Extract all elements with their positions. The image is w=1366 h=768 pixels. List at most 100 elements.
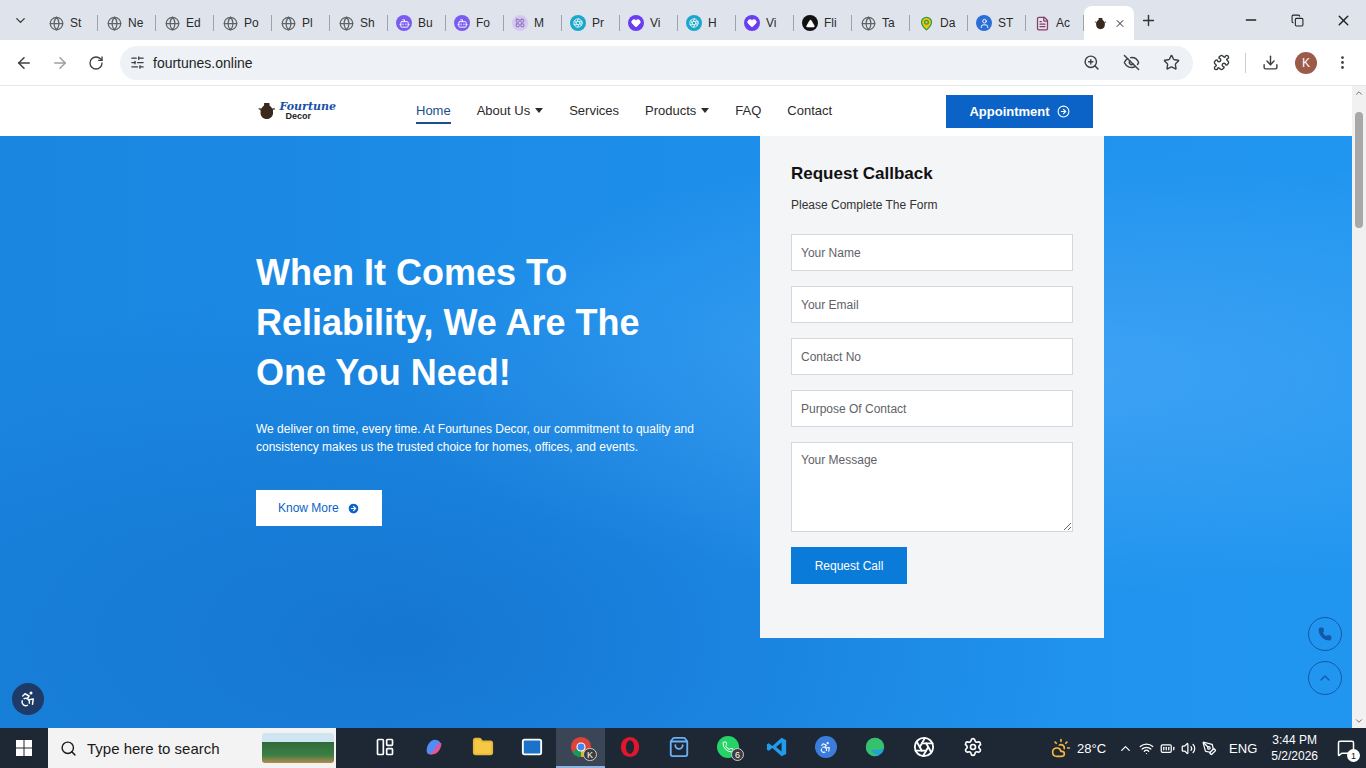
address-bar[interactable]: fourtunes.online	[120, 46, 1193, 80]
caret-icon	[535, 108, 543, 113]
message-field[interactable]	[791, 442, 1073, 532]
back-button[interactable]	[8, 47, 40, 79]
profile-avatar[interactable]: K	[1295, 52, 1317, 74]
language[interactable]: ENG	[1223, 728, 1263, 768]
browser-tab[interactable]: Po	[214, 6, 272, 40]
page-viewport: FourtuneDecor Home About Us Services Product…	[0, 86, 1366, 728]
scroll-up-icon[interactable]	[1352, 86, 1366, 100]
tab-strip: StNeEdPoPlShBuFoMPrViHViFliTaDaSTAc	[0, 0, 1366, 40]
browser-tab[interactable]: St	[40, 6, 98, 40]
browser-tab[interactable]: Ac	[1026, 6, 1084, 40]
browser-tab[interactable]	[1084, 6, 1134, 40]
forward-button[interactable]	[44, 47, 76, 79]
taskbar-app[interactable]: K	[556, 728, 605, 768]
taskbar-app[interactable]	[458, 728, 507, 768]
appointment-button[interactable]: Appointment	[946, 95, 1093, 128]
tab-label: Vi	[766, 16, 776, 30]
taskbar-app[interactable]	[850, 728, 899, 768]
scroll-down-icon[interactable]	[1352, 714, 1366, 728]
browser-tab[interactable]: Ed	[156, 6, 214, 40]
browser-tab[interactable]: Sh	[330, 6, 388, 40]
browser-tab[interactable]: Ne	[98, 6, 156, 40]
accessibility-button[interactable]	[12, 683, 44, 715]
taskbar-app[interactable]	[605, 728, 654, 768]
text-field[interactable]	[791, 234, 1073, 271]
grid-icon	[512, 15, 528, 31]
explorer-icon	[472, 736, 494, 758]
scrollbar[interactable]	[1352, 86, 1366, 728]
nav-item[interactable]: Products	[645, 99, 709, 124]
globe-icon	[164, 15, 180, 31]
volume-icon[interactable]	[1181, 741, 1196, 756]
browser-tab[interactable]: ST	[968, 6, 1026, 40]
text-field[interactable]	[791, 286, 1073, 323]
tab-label: ST	[998, 16, 1013, 30]
store-icon	[668, 736, 690, 758]
scroll-thumb[interactable]	[1355, 112, 1363, 228]
browser-tab[interactable]: Vi	[620, 6, 678, 40]
show-hidden-icon[interactable]	[1118, 741, 1133, 756]
bookmark-button[interactable]	[1155, 47, 1187, 79]
browser-tab[interactable]: M	[504, 6, 562, 40]
callback-form: Request CallbackPlease Complete The Form…	[760, 136, 1104, 638]
text-field[interactable]	[791, 338, 1073, 375]
scroll-top-button[interactable]	[1308, 661, 1342, 695]
taskbar-search[interactable]: Type here to search	[48, 728, 336, 768]
browser-tab[interactable]: Pr	[562, 6, 620, 40]
notifications-button[interactable]: 1	[1326, 728, 1366, 768]
taskbar-apps: K6	[360, 728, 997, 768]
nav-item[interactable]: Contact	[787, 99, 832, 124]
wifi-icon[interactable]	[1139, 741, 1154, 756]
browser-tab[interactable]: Vi	[736, 6, 794, 40]
battery-icon[interactable]	[1160, 741, 1175, 756]
know-more-button[interactable]: Know More	[256, 490, 382, 526]
close-icon[interactable]	[1114, 17, 1126, 30]
tracking-button[interactable]	[1115, 47, 1147, 79]
reload-icon	[88, 55, 104, 71]
browser-tab[interactable]: Bu	[388, 6, 446, 40]
taskbar-app[interactable]	[654, 728, 703, 768]
taskbar-app[interactable]	[752, 728, 801, 768]
reload-button[interactable]	[80, 47, 112, 79]
taskbar-app[interactable]	[507, 728, 556, 768]
taskbar-app[interactable]	[899, 728, 948, 768]
new-tab-button[interactable]	[1134, 6, 1162, 34]
pen-icon[interactable]	[1202, 741, 1217, 756]
nav-item[interactable]: Services	[569, 99, 619, 124]
windows-icon	[16, 740, 32, 756]
menu-button[interactable]	[1326, 47, 1358, 79]
nav-item[interactable]: FAQ	[735, 99, 761, 124]
taskbar-app[interactable]	[948, 728, 997, 768]
browser-tab[interactable]: Fo	[446, 6, 504, 40]
extensions-button[interactable]	[1205, 47, 1237, 79]
scroll-track[interactable]	[1352, 100, 1366, 714]
nav-item[interactable]: Home	[416, 99, 451, 124]
taskbar-app[interactable]: 6	[703, 728, 752, 768]
browser-tab[interactable]: Ta	[852, 6, 910, 40]
browser-tab[interactable]: Pl	[272, 6, 330, 40]
close-window-button[interactable]	[1320, 0, 1366, 40]
downloads-button[interactable]	[1254, 47, 1286, 79]
search-icon	[60, 740, 77, 757]
browser-tab[interactable]: Da	[910, 6, 968, 40]
restore-button[interactable]	[1274, 0, 1320, 40]
taskbar-app[interactable]	[360, 728, 409, 768]
nav-item[interactable]: About Us	[477, 99, 543, 124]
text-field[interactable]	[791, 390, 1073, 427]
clock[interactable]: 3:44 PM5/2/2026	[1263, 732, 1326, 764]
weather[interactable]: 28°C	[1045, 728, 1112, 768]
taskbar-app[interactable]	[801, 728, 850, 768]
minimize-button[interactable]	[1228, 0, 1274, 40]
start-button[interactable]	[0, 728, 48, 768]
site-info-icon[interactable]	[130, 55, 145, 70]
tab-search-button[interactable]	[6, 6, 34, 34]
tab-label: Fo	[476, 16, 490, 30]
taskbar-app[interactable]	[409, 728, 458, 768]
zoom-button[interactable]	[1075, 47, 1107, 79]
call-button[interactable]	[1308, 617, 1342, 651]
browser-tab[interactable]: H	[678, 6, 736, 40]
request-call-button[interactable]: Request Call	[791, 547, 907, 584]
site-logo[interactable]: FourtuneDecor	[256, 99, 336, 123]
search-placeholder: Type here to search	[87, 740, 252, 757]
browser-tab[interactable]: Fli	[794, 6, 852, 40]
